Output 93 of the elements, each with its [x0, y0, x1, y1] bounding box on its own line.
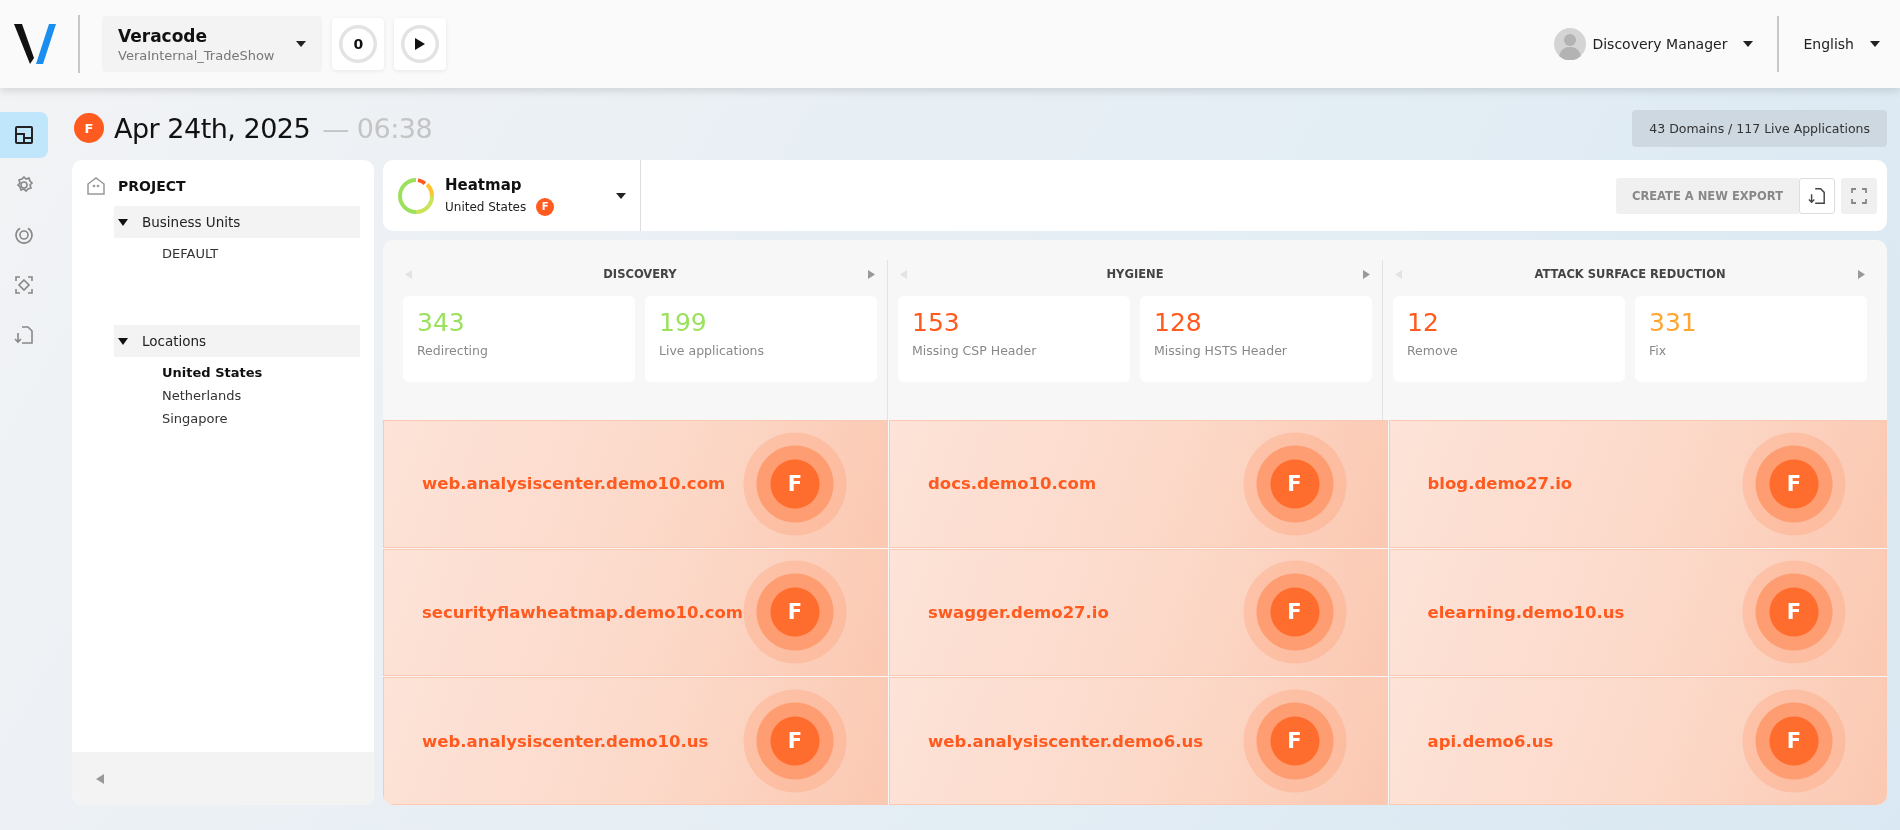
right-arrow-icon — [1363, 269, 1370, 279]
domain-name: elearning.demo10.us — [1427, 603, 1625, 622]
caret-icon — [616, 192, 626, 199]
gauge-icon — [397, 176, 435, 215]
settings-icon — [14, 175, 34, 195]
domain-name: swagger.demo27.io — [928, 603, 1109, 622]
metric-group-title: ATTACK SURFACE REDUCTION — [1534, 267, 1726, 281]
domain-tile[interactable]: docs.demo10.com F — [889, 420, 1388, 548]
user-avatar-icon — [1554, 28, 1587, 60]
domain-name: web.analysiscenter.demo6.us — [928, 731, 1203, 751]
caret-icon — [1743, 41, 1754, 47]
domain-name: docs.demo10.com — [928, 474, 1097, 494]
tree-group[interactable]: Business Units — [114, 206, 360, 238]
metric-value: 153 — [912, 308, 961, 337]
domain-tile[interactable]: web.analysiscenter.demo10.us F — [383, 677, 889, 805]
fullscreen-icon — [1851, 187, 1867, 204]
tree-item[interactable]: DEFAULT — [162, 242, 219, 265]
target-icon — [14, 225, 34, 245]
grade-badge: F — [1242, 689, 1347, 794]
domain-tile[interactable]: api.demo6.us F — [1388, 677, 1887, 805]
next-button[interactable] — [1856, 267, 1867, 281]
grade-badge: F — [74, 113, 104, 143]
language-menu[interactable]: English — [1797, 32, 1886, 56]
metric-label: Missing HSTS Header — [1154, 343, 1288, 358]
dashboard-icon — [14, 125, 34, 145]
domain-tile[interactable]: web.analysiscenter.demo6.us F — [889, 677, 1388, 805]
metric-group-title: DISCOVERY — [603, 267, 677, 281]
tree-item[interactable]: Netherlands — [162, 384, 242, 407]
metric-value: 331 — [1649, 308, 1698, 337]
metric-card[interactable]: 12 Remove — [1393, 296, 1625, 382]
domain-name: securityflawheatmap.demo10.com — [422, 603, 744, 622]
metric-value: 343 — [417, 308, 466, 337]
domain-tile[interactable]: swagger.demo27.io F — [889, 548, 1388, 677]
right-arrow-icon — [868, 269, 875, 279]
domain-name: web.analysiscenter.demo10.us — [422, 731, 709, 751]
domain-tile[interactable]: elearning.demo10.us F — [1388, 548, 1887, 677]
metric-card[interactable]: 153 Missing CSP Header — [898, 296, 1130, 382]
grade-badge: F — [1742, 689, 1846, 794]
domain-tile[interactable]: blog.demo27.io F — [1388, 420, 1887, 548]
domain-name: web.analysiscenter.demo10.com — [422, 474, 726, 494]
nav-item[interactable] — [0, 112, 48, 158]
user-menu[interactable]: Discovery Manager — [1586, 32, 1760, 56]
caret-icon — [296, 41, 307, 47]
domain-tile[interactable]: web.analysiscenter.demo10.com F — [383, 420, 889, 548]
metric-label: Live applications — [659, 343, 765, 358]
grade-badge: F — [1742, 431, 1846, 536]
metric-value: 12 — [1407, 308, 1440, 337]
caret-icon — [118, 218, 128, 226]
export-icon — [14, 325, 34, 345]
logo-icon — [14, 24, 56, 64]
caret-icon — [1870, 41, 1880, 47]
metric-card[interactable]: 128 Missing HSTS Header — [1140, 296, 1372, 382]
metric-card[interactable]: 199 Live applications — [645, 296, 877, 382]
metric-value: 128 — [1154, 308, 1203, 337]
export-icon — [1808, 186, 1826, 205]
tree-item[interactable]: Singapore — [162, 407, 228, 430]
export-button[interactable]: CREATE A NEW EXPORT — [1615, 177, 1799, 214]
collapse-icon — [96, 773, 104, 784]
domain-name: blog.demo27.io — [1427, 474, 1573, 494]
next-button[interactable] — [866, 267, 877, 281]
project-icon — [86, 176, 106, 196]
grade-badge: F — [1742, 560, 1846, 665]
caret-icon — [118, 337, 128, 345]
grade-badge: F — [743, 431, 848, 536]
grade-badge: F — [743, 689, 848, 794]
tree-item[interactable]: United States — [162, 361, 263, 384]
metric-label: Remove — [1407, 343, 1459, 358]
scan-icon — [14, 275, 34, 295]
next-button[interactable] — [1361, 267, 1372, 281]
play-button[interactable] — [394, 18, 447, 70]
heatmap-selector[interactable]: Heatmap United States F — [397, 160, 641, 231]
metric-card[interactable]: 343 Redirecting — [403, 296, 635, 382]
report-date: Apr 24th, 2025 — [114, 112, 311, 144]
metric-card[interactable]: 331 Fix — [1635, 296, 1867, 382]
metric-label: Redirecting — [417, 343, 489, 358]
grade-badge: F — [743, 560, 848, 665]
domain-tile[interactable]: securityflawheatmap.demo10.com F — [383, 548, 889, 677]
project-selector[interactable]: Veracode VeraInternal_TradeShow — [102, 16, 323, 72]
grade-badge: F — [1242, 431, 1347, 536]
counter-button[interactable]: 0 — [332, 18, 385, 70]
play-icon — [415, 38, 426, 50]
tree-group[interactable]: Locations — [114, 325, 360, 357]
summary-chip: 43 Domains / 117 Live Applications — [1632, 109, 1887, 147]
tree-title: PROJECT — [118, 178, 186, 194]
right-arrow-icon — [1858, 269, 1865, 279]
metric-group-title: HYGIENE — [1106, 267, 1164, 281]
grade-badge: F — [1242, 560, 1347, 665]
fullscreen-button[interactable] — [1841, 177, 1877, 214]
export-icon-button[interactable] — [1799, 177, 1835, 214]
domain-name: api.demo6.us — [1427, 731, 1554, 751]
metric-value: 199 — [659, 308, 708, 337]
metric-label: Fix — [1649, 343, 1668, 358]
metric-label: Missing CSP Header — [912, 343, 1038, 358]
